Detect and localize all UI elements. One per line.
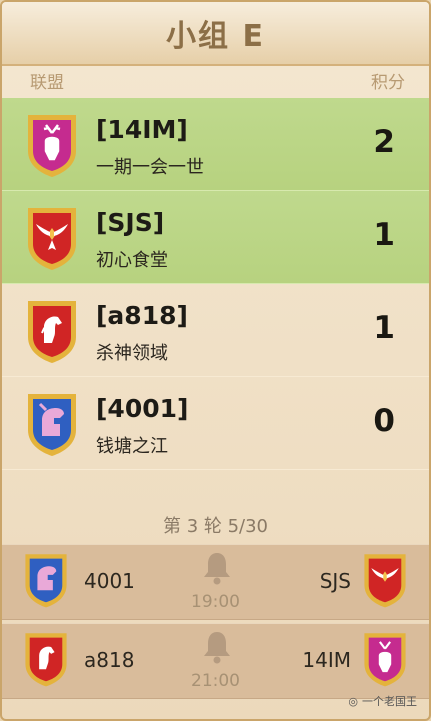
alliance-tag: [SJS] [96,208,165,237]
horse-icon [28,301,76,363]
bell-icon[interactable] [201,630,233,664]
bell-icon[interactable] [201,551,233,585]
alliance-row-a818[interactable]: [a818] 杀神领域 1 [2,284,429,377]
column-header: 联盟 积分 [2,66,429,96]
wechat-icon: ◎ [348,694,358,708]
group-title: 小组 E [166,19,265,54]
alliance-name: 钱塘之江 [96,436,168,457]
alliance-points: 1 [373,217,395,253]
alliance-points: 0 [373,403,395,439]
helmet-icon [28,394,76,456]
watermark: ◎ 一个老国王 [348,693,417,709]
alliance-tag: [14IM] [96,115,188,144]
match-row[interactable]: a818 21:00 14IM [2,623,429,699]
right-team-name: SJS [319,569,351,593]
watermark-text: 一个老国王 [362,695,417,708]
winged-emblem-icon [28,208,76,270]
alliance-name: 初心食堂 [96,250,168,271]
winged-emblem-icon [364,554,406,608]
deer-icon [28,115,76,177]
deer-icon [364,633,406,687]
alliance-row-sjs[interactable]: [SJS] 初心食堂 1 [2,191,429,284]
alliance-name: 一期一会一世 [96,157,204,178]
alliance-points: 2 [373,124,395,160]
alliance-row-14im[interactable]: [14IM] 一期一会一世 2 [2,98,429,191]
alliance-points: 1 [373,310,395,346]
left-team-name: 4001 [84,569,135,593]
alliance-name: 杀神领域 [96,343,168,364]
title-bar: 小组 E [2,2,429,66]
points-column-label: 积分 [371,73,405,93]
left-team-name: a818 [84,648,135,672]
alliance-row-4001[interactable]: [4001] 钱塘之江 0 [2,377,429,470]
match-row[interactable]: 4001 19:00 SJS [2,544,429,620]
alliance-tag: [a818] [96,301,188,330]
alliance-tag: [4001] [96,394,189,423]
alliance-column-label: 联盟 [30,73,64,93]
right-team-name: 14IM [302,648,351,672]
group-panel: 小组 E 联盟 积分 [14IM] 一期一会一世 2 [SJS] 初心食堂 1 [0,0,431,721]
round-label: 第 3 轮 5/30 [162,516,269,537]
